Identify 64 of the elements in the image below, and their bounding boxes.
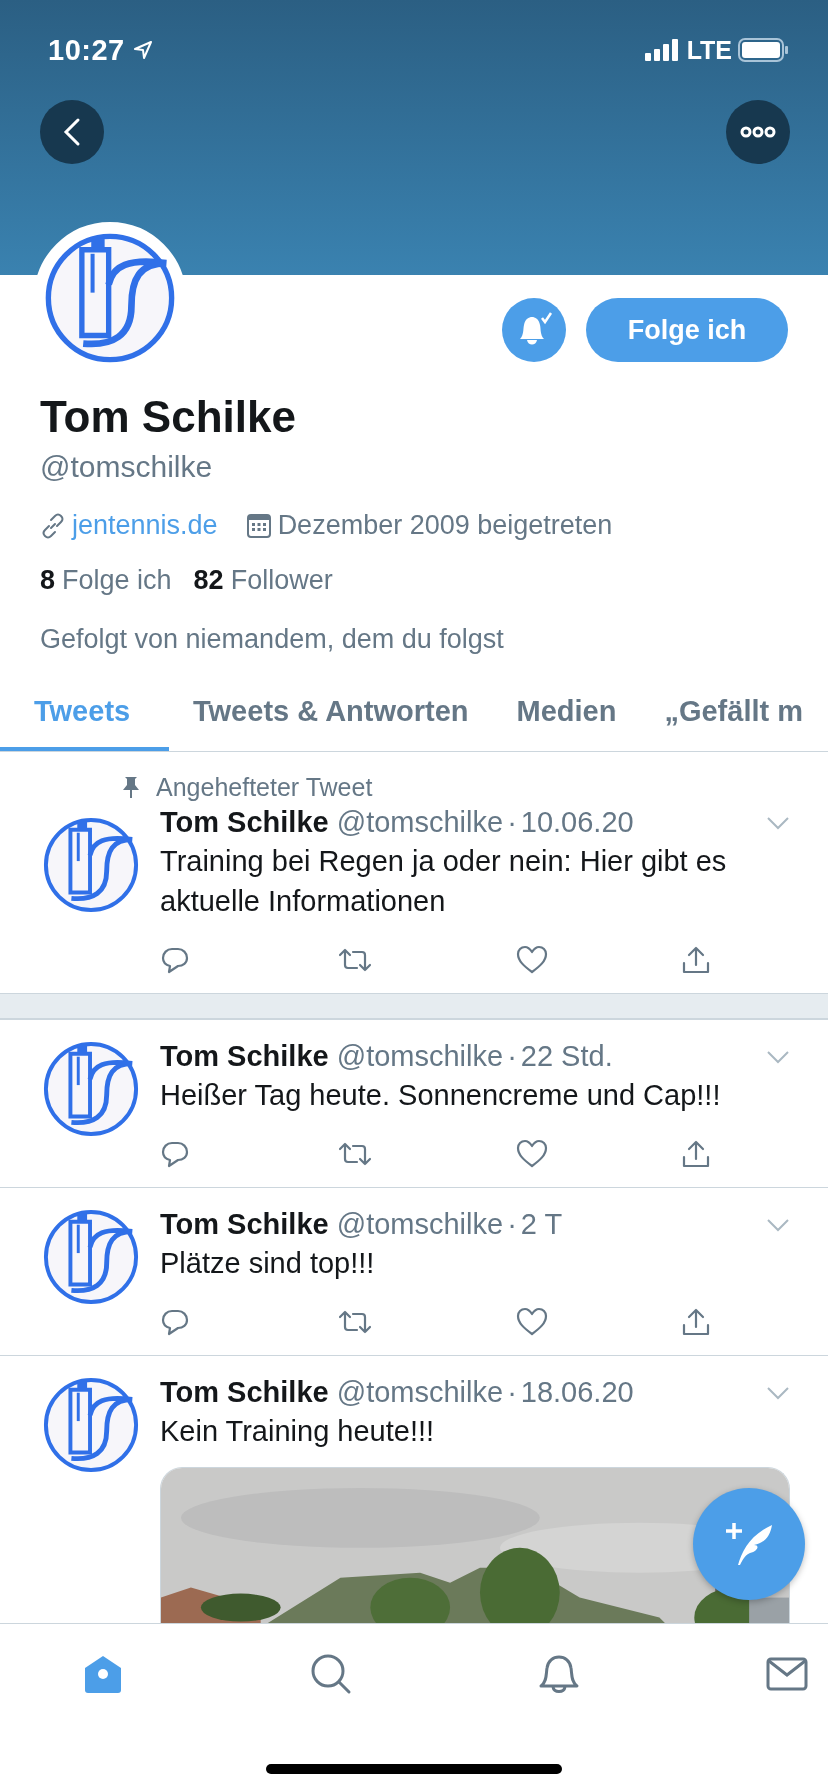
retweet-icon[interactable] [338, 947, 372, 973]
retweet-icon[interactable] [338, 1309, 372, 1335]
separator-dot: · [507, 1208, 517, 1241]
separator-dot: · [507, 1040, 517, 1073]
back-chevron-icon [63, 117, 81, 147]
tab[interactable]: Tweets & Antworten [169, 675, 493, 751]
tweet-time: 22 Std. [520, 1040, 613, 1073]
profile-name: Tom Schilke [40, 392, 297, 442]
more-dots-icon [740, 126, 776, 138]
search-icon[interactable] [309, 1652, 353, 1696]
heart-icon[interactable] [516, 1307, 548, 1337]
reply-icon[interactable] [160, 1307, 190, 1337]
joined-date: Dezember 2009 beigetreten [277, 510, 613, 541]
follow-button[interactable]: Folge ich [586, 298, 788, 362]
tweet-text: Heißer Tag heute. Sonnencreme und Cap!!! [160, 1078, 722, 1113]
tweet-time: 10.06.20 [520, 806, 634, 839]
tab[interactable]: Tweets [0, 675, 169, 751]
avatar-logo-icon [42, 1040, 140, 1138]
author-name[interactable]: Tom Schilke [160, 1208, 329, 1241]
share-icon[interactable] [681, 945, 711, 975]
followed-by-text: Gefolgt von niemandem, dem du folgst [40, 624, 505, 655]
author-handle[interactable]: @tomschilke [336, 1208, 504, 1241]
tweet-time: 2 T [520, 1208, 563, 1241]
tab[interactable]: „Gefällt m [640, 675, 827, 751]
author-handle[interactable]: @tomschilke [336, 1376, 504, 1409]
share-icon[interactable] [681, 1307, 711, 1337]
profile-handle: @tomschilke [40, 450, 214, 484]
tweet-text: Kein Training heute!!! [160, 1414, 436, 1449]
tab[interactable]: Medien [492, 675, 641, 751]
heart-icon[interactable] [516, 1139, 548, 1169]
avatar-logo-icon [42, 1208, 140, 1306]
stat-count[interactable]: 8 [40, 565, 56, 595]
author-handle[interactable]: @tomschilke [336, 1040, 504, 1073]
separator-dot: · [507, 806, 517, 839]
stat-label[interactable]: Follower [230, 565, 333, 595]
author-name[interactable]: Tom Schilke [160, 806, 329, 839]
author-name[interactable]: Tom Schilke [160, 1040, 329, 1073]
reply-icon[interactable] [160, 945, 190, 975]
tweet-time: 18.06.20 [520, 1376, 634, 1409]
reply-icon[interactable] [160, 1139, 190, 1169]
website-link[interactable]: jentennis.de [72, 510, 218, 541]
avatar-logo-icon [42, 1376, 140, 1474]
avatar-logo-icon [43, 231, 177, 365]
location-arrow-icon [132, 40, 153, 60]
retweet-icon[interactable] [338, 1141, 372, 1167]
share-icon[interactable] [681, 1139, 711, 1169]
battery-icon [738, 38, 788, 62]
stat-label[interactable]: Folge ich [62, 565, 172, 595]
calendar-icon [245, 512, 272, 539]
network-type: LTE [686, 35, 732, 65]
stat-count[interactable]: 82 [193, 565, 224, 595]
link-icon [40, 512, 66, 539]
author-handle[interactable]: @tomschilke [336, 806, 504, 839]
feather-plus-icon [724, 1521, 774, 1567]
pin-icon [120, 775, 142, 799]
clock-time: 10:27 [48, 33, 125, 67]
author-name[interactable]: Tom Schilke [160, 1376, 329, 1409]
signal-bars-icon [644, 39, 681, 61]
separator-dot: · [507, 1376, 517, 1409]
avatar-logo-icon [42, 816, 140, 914]
tweet-text: Training bei Regen ja oder nein: Hier gibt es aktuelle Informationen [160, 844, 728, 919]
tweet-text: Plätze sind top!!! [160, 1246, 376, 1281]
pinned-label: Angehefteter Tweet [156, 772, 373, 802]
heart-icon[interactable] [516, 945, 548, 975]
